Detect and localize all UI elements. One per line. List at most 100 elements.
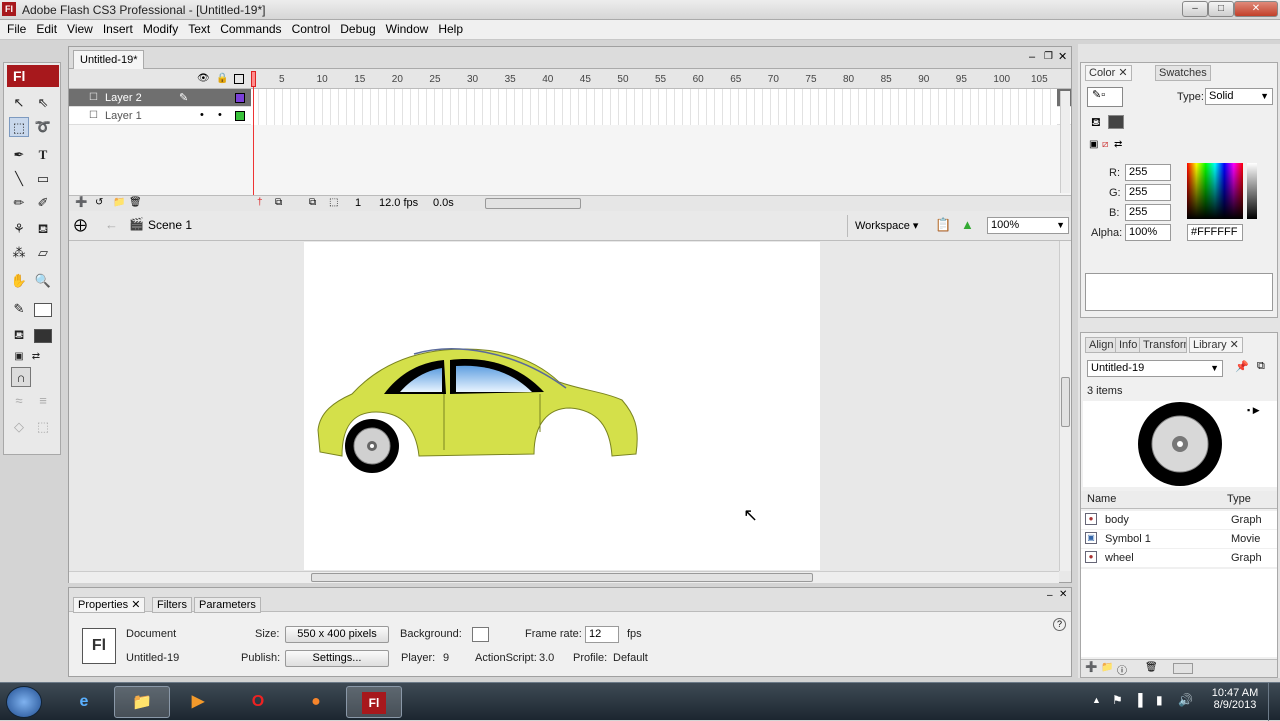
stage-hscroll-thumb[interactable] bbox=[311, 573, 813, 582]
r-input[interactable]: 255 bbox=[1125, 164, 1171, 181]
col-name[interactable]: Name bbox=[1087, 493, 1116, 505]
alpha-input[interactable]: 100% bbox=[1125, 224, 1171, 241]
library-item-wheel[interactable]: ● wheel Graph bbox=[1081, 549, 1277, 567]
playhead[interactable] bbox=[251, 69, 256, 211]
center-frame-icon[interactable]: † bbox=[257, 197, 263, 208]
maximize-button[interactable]: □ bbox=[1208, 1, 1234, 17]
hex-input[interactable]: #FFFFFF bbox=[1187, 224, 1243, 241]
new-library-panel-icon[interactable]: ⧉ bbox=[1257, 360, 1265, 373]
scene-name[interactable]: Scene 1 bbox=[148, 218, 192, 232]
timeline-vscroll[interactable] bbox=[1060, 91, 1070, 193]
menu-window[interactable]: Window bbox=[381, 20, 434, 39]
g-input[interactable]: 255 bbox=[1125, 184, 1171, 201]
swap-colors-icon[interactable]: ⇄ bbox=[26, 347, 46, 367]
menu-help[interactable]: Help bbox=[433, 20, 468, 39]
minimize-button[interactable]: – bbox=[1182, 1, 1208, 17]
tab-transform[interactable]: Transform bbox=[1139, 337, 1187, 353]
layer-1-frames[interactable] bbox=[251, 107, 1057, 125]
firefox-taskbar-icon[interactable]: ● bbox=[288, 686, 344, 718]
fill-color-swatch[interactable] bbox=[34, 329, 52, 343]
menu-insert[interactable]: Insert bbox=[98, 20, 138, 39]
menu-text[interactable]: Text bbox=[183, 20, 215, 39]
library-item-body[interactable]: ● body Graph bbox=[1081, 511, 1277, 529]
type-select[interactable]: Solid ▼ bbox=[1205, 88, 1273, 105]
tab-color[interactable]: Color ✕ bbox=[1085, 65, 1132, 81]
properties-icon[interactable]: ⓘ bbox=[1117, 662, 1127, 677]
rectangle-tool-icon[interactable]: ▭ bbox=[33, 169, 53, 189]
timeline-toggle-icon[interactable]: ⨁ bbox=[74, 217, 87, 233]
timeline-hscroll-thumb[interactable] bbox=[485, 198, 581, 209]
fill-color-picker[interactable] bbox=[1108, 115, 1124, 129]
layer-1-color-swatch[interactable] bbox=[235, 111, 245, 121]
start-button[interactable] bbox=[6, 686, 42, 718]
motion-guide-icon[interactable]: ↺ bbox=[95, 197, 103, 208]
play-preview-icon[interactable]: ▪ ▶ bbox=[1247, 405, 1260, 416]
stage-vscroll-thumb[interactable] bbox=[1061, 377, 1070, 427]
lasso-tool-icon[interactable]: ➰ bbox=[33, 117, 53, 137]
flash-taskbar-button[interactable]: Fl bbox=[346, 686, 402, 718]
edit-multiple-frames-icon[interactable]: ⧉ bbox=[309, 197, 316, 208]
size-button[interactable]: 550 x 400 pixels bbox=[285, 626, 389, 643]
layer-1-lock-dot[interactable]: • bbox=[218, 109, 222, 121]
explorer-taskbar-icon[interactable]: 📁 bbox=[114, 686, 170, 718]
layer-2-color-swatch[interactable] bbox=[235, 93, 245, 103]
free-transform-tool-icon[interactable]: ⬚ bbox=[9, 117, 29, 137]
layer-2-frames[interactable] bbox=[251, 89, 1057, 107]
library-item-symbol-1[interactable]: ▣ Symbol 1 Movie bbox=[1081, 530, 1277, 548]
tab-filters[interactable]: Filters bbox=[152, 597, 192, 613]
pin-library-icon[interactable]: 📌 bbox=[1235, 360, 1249, 373]
text-tool-icon[interactable]: T bbox=[33, 145, 53, 165]
close-button[interactable]: ✕ bbox=[1234, 1, 1278, 17]
brush-tool-icon[interactable]: ✐ bbox=[33, 193, 53, 213]
menu-debug[interactable]: Debug bbox=[335, 20, 380, 39]
props-minimize-icon[interactable]: – bbox=[1047, 590, 1053, 601]
menu-modify[interactable]: Modify bbox=[138, 20, 183, 39]
stroke-color-picker[interactable]: ✎▫ bbox=[1087, 87, 1123, 107]
tab-properties[interactable]: Properties ✕ bbox=[73, 597, 146, 613]
pen-tool-icon[interactable]: ✒ bbox=[9, 145, 29, 165]
zoom-select[interactable]: 100% ▼ bbox=[987, 217, 1069, 234]
lock-icon[interactable]: 🔒 bbox=[216, 73, 228, 84]
framerate-input[interactable]: 12 bbox=[585, 626, 619, 643]
tab-library[interactable]: Library ✕ bbox=[1189, 337, 1243, 353]
fill-color-icon[interactable]: ⛾ bbox=[9, 325, 29, 345]
stage-vscroll[interactable] bbox=[1059, 241, 1071, 571]
paint-bucket-tool-icon[interactable]: ⛾ bbox=[33, 219, 53, 239]
menu-view[interactable]: View bbox=[62, 20, 98, 39]
menu-commands[interactable]: Commands bbox=[215, 20, 286, 39]
show-hide-icon[interactable]: 👁 bbox=[197, 73, 210, 84]
b-input[interactable]: 255 bbox=[1125, 204, 1171, 221]
insert-layer-icon[interactable]: ➕ bbox=[75, 197, 87, 208]
doc-restore-icon[interactable]: ❐ bbox=[1044, 51, 1053, 62]
network-icon[interactable]: ▐ bbox=[1134, 693, 1143, 707]
volume-icon[interactable]: 🔊 bbox=[1178, 693, 1193, 707]
outline-icon[interactable] bbox=[234, 74, 244, 84]
brightness-slider[interactable] bbox=[1247, 163, 1257, 219]
layer-2-name[interactable]: Layer 2 bbox=[69, 89, 249, 107]
library-hscroll-thumb[interactable] bbox=[1173, 663, 1193, 674]
tab-align[interactable]: Align bbox=[1085, 337, 1118, 353]
show-desktop-button[interactable] bbox=[1268, 683, 1280, 721]
opera-taskbar-icon[interactable]: O bbox=[230, 686, 286, 718]
stroke-color-icon[interactable]: ✎ bbox=[9, 299, 29, 319]
menu-file[interactable]: File bbox=[2, 20, 31, 39]
tab-swatches[interactable]: Swatches bbox=[1155, 65, 1211, 81]
modify-markers-icon[interactable]: ⬚ bbox=[329, 197, 338, 208]
ink-bottle-tool-icon[interactable]: ⚘ bbox=[9, 219, 29, 239]
settings-button[interactable]: Settings... bbox=[285, 650, 389, 667]
rotate-skew-icon[interactable]: ◇ bbox=[9, 417, 29, 437]
new-symbol-icon[interactable]: ➕ bbox=[1085, 662, 1097, 673]
stroke-color-swatch[interactable] bbox=[34, 303, 52, 317]
onion-skin-icon[interactable]: ⧉ bbox=[275, 197, 282, 208]
action-center-icon[interactable]: ⚑ bbox=[1112, 693, 1123, 707]
hand-tool-icon[interactable]: ✋ bbox=[9, 271, 29, 291]
media-player-taskbar-icon[interactable]: ▶ bbox=[170, 686, 226, 718]
clock[interactable]: 10:47 AM 8/9/2013 bbox=[1210, 687, 1260, 711]
help-icon[interactable]: ? bbox=[1053, 618, 1066, 631]
layer-1-visible-dot[interactable]: • bbox=[200, 109, 204, 121]
edit-scene-icon[interactable]: 📋 bbox=[935, 217, 951, 233]
menu-control[interactable]: Control bbox=[287, 20, 336, 39]
car-wheel[interactable] bbox=[345, 419, 399, 473]
default-colors-icon[interactable]: ▣ bbox=[1089, 139, 1098, 150]
back-arrow-icon[interactable]: ← bbox=[105, 217, 118, 232]
